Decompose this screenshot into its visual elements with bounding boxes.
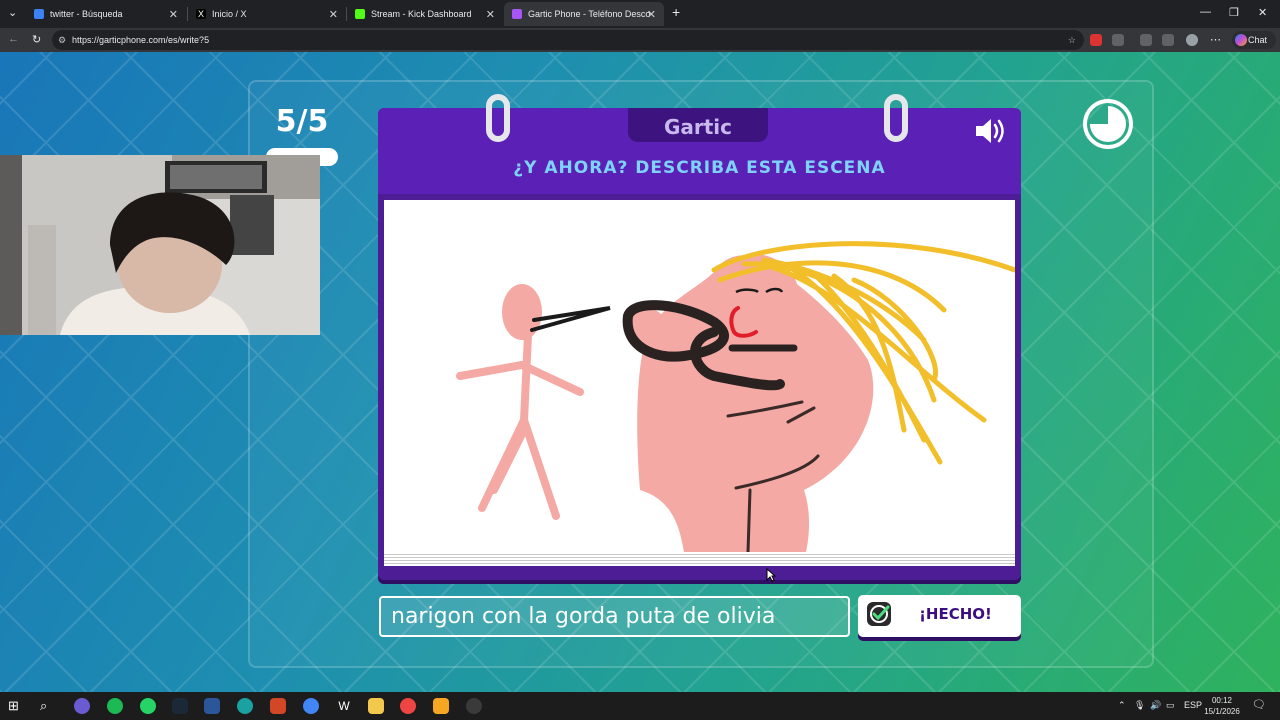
more-menu-icon[interactable]: ⋯ xyxy=(1210,33,1221,46)
browser-tab-bar: ⌄ twitter - Búsqueda ✕ X Inicio / X ✕ St… xyxy=(0,0,1280,28)
scene-drawing xyxy=(456,241,1018,554)
whatsapp-icon[interactable] xyxy=(140,698,156,714)
steam-icon[interactable] xyxy=(172,698,188,714)
close-window-icon[interactable]: ✕ xyxy=(1258,6,1267,19)
webcam-overlay xyxy=(0,155,320,335)
search-favicon-icon xyxy=(34,9,44,19)
done-button[interactable]: ¡HECHO! xyxy=(858,595,1021,637)
tab-search-icon[interactable]: ⌄ xyxy=(8,6,17,19)
taskbar-app-icon[interactable] xyxy=(74,698,90,714)
taskbar-app-icon[interactable] xyxy=(433,698,449,714)
search-icon[interactable]: ⌕ xyxy=(40,698,56,714)
tab-title: Gartic Phone - Teléfono Descomp xyxy=(528,9,650,19)
favorites-icon[interactable] xyxy=(1162,34,1174,46)
address-bar[interactable]: ⚙ https://garticphone.com/es/write?5 ☆ xyxy=(52,30,1084,50)
extension-icon[interactable] xyxy=(1140,34,1152,46)
binder-ring-right xyxy=(884,94,908,142)
tray-chevron-icon[interactable]: ⌃ xyxy=(1118,700,1126,711)
word-icon[interactable] xyxy=(204,698,220,714)
tab-title: twitter - Búsqueda xyxy=(50,9,123,19)
game-viewport: 5/5 Gartic ¿Y AHORA? DESCRIBA ESTA ESCEN… xyxy=(0,52,1280,692)
kick-favicon-icon xyxy=(355,9,365,19)
minimize-icon[interactable]: — xyxy=(1200,6,1211,18)
close-tab-icon[interactable]: ✕ xyxy=(169,8,178,21)
copilot-chat-button[interactable]: Chat xyxy=(1232,31,1276,49)
reload-icon[interactable]: ↻ xyxy=(32,33,41,46)
timer-clock-icon xyxy=(1083,99,1133,149)
clock-date: 15/1/2026 xyxy=(1204,707,1240,716)
taskbar-app-icon[interactable]: W xyxy=(336,698,352,714)
taskbar-app-icon[interactable] xyxy=(400,698,416,714)
drawing-canvas xyxy=(384,200,1018,554)
bookmark-star-icon[interactable]: ☆ xyxy=(1068,30,1076,50)
prompt-title: ¿Y AHORA? DESCRIBA ESTA ESCENA xyxy=(513,158,886,178)
stick-figure-body xyxy=(456,331,584,520)
round-counter: 5/5 xyxy=(275,104,329,139)
extension-icon[interactable] xyxy=(1112,34,1124,46)
close-tab-icon[interactable]: ✕ xyxy=(486,8,495,21)
windows-start-icon[interactable]: ⊞ xyxy=(8,698,24,714)
volume-icon[interactable]: 🔊 xyxy=(1150,700,1161,711)
gartic-favicon-icon xyxy=(512,9,522,19)
tab-x-home[interactable]: X Inicio / X ✕ xyxy=(188,2,346,26)
spotify-icon[interactable] xyxy=(107,698,123,714)
mouse-cursor-icon xyxy=(766,568,776,582)
file-explorer-icon[interactable] xyxy=(368,698,384,714)
extension-icon[interactable] xyxy=(1090,34,1102,46)
gartic-logo: Gartic xyxy=(663,115,733,139)
back-icon[interactable]: ← xyxy=(8,33,19,45)
url-text: https://garticphone.com/es/write?5 xyxy=(72,35,210,45)
copilot-icon xyxy=(1235,34,1247,46)
tab-kick-dashboard[interactable]: Stream - Kick Dashboard ✕ xyxy=(347,2,503,26)
done-button-label: ¡HECHO! xyxy=(919,605,992,623)
logo-tab: Gartic xyxy=(628,108,768,142)
browser-toolbar: ← ↻ ⚙ https://garticphone.com/es/write?5… xyxy=(0,28,1280,52)
speaker-volume-icon[interactable] xyxy=(974,116,1008,146)
new-tab-icon[interactable]: + xyxy=(672,4,680,20)
notifications-icon[interactable]: 🗨 xyxy=(1252,698,1266,711)
windows-taskbar: ⊞ ⌕ W ⌃ 🎙 🔊 ▭ ESP 00:12 15/1/2026 🗨 xyxy=(0,692,1280,720)
taskbar-clock[interactable]: 00:12 15/1/2026 xyxy=(1200,695,1244,717)
tab-title: Inicio / X xyxy=(212,9,247,19)
obs-icon[interactable] xyxy=(466,698,482,714)
tab-gartic-phone[interactable]: Gartic Phone - Teléfono Descomp ✕ xyxy=(504,2,664,26)
profile-avatar[interactable] xyxy=(1186,34,1198,46)
maximize-icon[interactable]: ❐ xyxy=(1229,6,1239,19)
close-tab-icon[interactable]: ✕ xyxy=(647,8,656,21)
webcam-feed-image xyxy=(0,155,320,335)
network-icon[interactable]: ▭ xyxy=(1166,700,1175,711)
powerpoint-icon[interactable] xyxy=(270,698,286,714)
edge-icon[interactable] xyxy=(237,698,253,714)
binder-ring-left xyxy=(486,94,510,142)
close-tab-icon[interactable]: ✕ xyxy=(329,8,338,21)
check-icon xyxy=(867,602,891,626)
tab-twitter-search[interactable]: twitter - Búsqueda ✕ xyxy=(26,2,186,26)
long-nose-line xyxy=(530,306,611,332)
chat-label: Chat xyxy=(1248,35,1268,45)
description-input[interactable]: narigon con la gorda puta de olivia xyxy=(379,596,850,637)
microphone-icon[interactable]: 🎙 xyxy=(1134,700,1145,711)
tab-title: Stream - Kick Dashboard xyxy=(371,9,472,19)
canvas-page-edge xyxy=(384,552,1015,566)
scene-card: Gartic ¿Y AHORA? DESCRIBA ESTA ESCENA xyxy=(378,94,1021,580)
stick-figure-head xyxy=(502,284,542,340)
chrome-icon[interactable] xyxy=(303,698,319,714)
clock-time: 00:12 xyxy=(1211,696,1233,705)
site-info-icon[interactable]: ⚙ xyxy=(58,30,66,50)
x-favicon-icon: X xyxy=(196,9,206,19)
